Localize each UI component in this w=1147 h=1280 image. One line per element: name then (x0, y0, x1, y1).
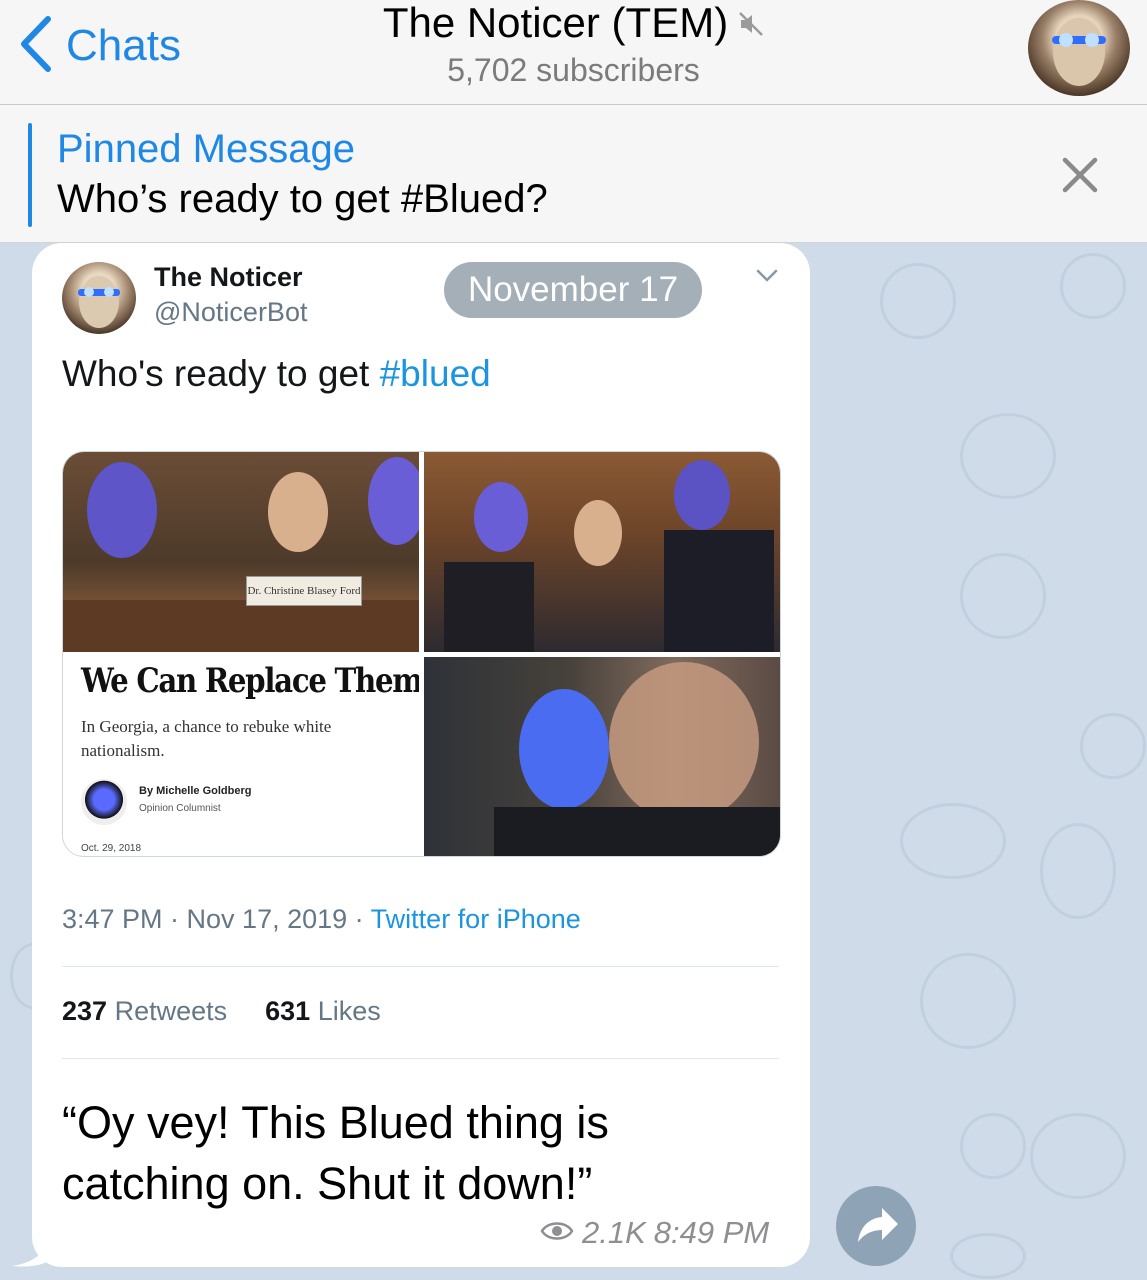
navigation-bar: Chats The Noticer (TEM) 5,702 subscriber… (0, 0, 1147, 105)
pinned-label: Pinned Message (57, 127, 355, 171)
channel-avatar[interactable] (1028, 0, 1130, 96)
message-caption: “Oy vey! This Blued thing is catching on… (62, 1097, 609, 1209)
date-pill: November 17 (444, 262, 702, 318)
article-subhead: In Georgia, a chance to rebuke white nat… (81, 717, 332, 760)
chat-title-block[interactable]: The Noticer (TEM) 5,702 subscribers (0, 0, 1147, 94)
portrait-photo[interactable] (424, 657, 780, 856)
pinned-accent-bar (28, 123, 32, 227)
share-arrow-icon (836, 1208, 916, 1270)
tweet-author-handle: @NoticerBot (154, 297, 308, 327)
likes-count: 631 (265, 996, 311, 1026)
share-button[interactable] (836, 1186, 916, 1266)
tweet-meta: 3:47 PM · Nov 17, 2019 · Twitter for iPh… (62, 904, 581, 935)
article-author-role: Opinion Columnist (139, 803, 221, 814)
nameplate: Dr. Christine Blasey Ford (246, 576, 362, 606)
tweet-timestamp: 3:47 PM · Nov 17, 2019 · (62, 904, 371, 934)
tweet-media-grid[interactable]: Dr. Christine Blasey Ford We Can Replace… (62, 451, 781, 857)
message-time: 8:49 PM (653, 1215, 770, 1250)
tweet-text-prefix: Who's ready to get (62, 353, 380, 394)
chevron-down-icon[interactable] (752, 264, 782, 288)
pinned-message-bar[interactable]: Pinned Message Who’s ready to get #Blued… (0, 105, 1147, 243)
likes-label: Likes (317, 996, 381, 1026)
muted-speaker-icon (738, 0, 764, 46)
eye-icon (540, 1215, 574, 1251)
tweet-text: Who's ready to get #blued (62, 353, 491, 395)
article-headline: We Can Replace Them (81, 661, 419, 701)
subscriber-count: 5,702 subscribers (447, 52, 700, 88)
tweet-author-name: The Noticer (154, 262, 303, 292)
tweet-stats: 237 Retweets 631 Likes (62, 996, 381, 1027)
hearing-photo-2[interactable] (424, 452, 780, 652)
tweet-hashtag-link[interactable]: #blued (380, 353, 491, 394)
hearing-photo-1[interactable]: Dr. Christine Blasey Ford (63, 452, 419, 652)
tweet-source-link[interactable]: Twitter for iPhone (371, 904, 581, 934)
message-footer: 2.1K 8:49 PM (540, 1215, 769, 1251)
retweets-count: 237 (62, 996, 108, 1026)
divider (62, 966, 779, 967)
article-date: Oct. 29, 2018 (81, 843, 142, 854)
tweet-avatar (62, 262, 136, 334)
view-count: 2.1K (582, 1215, 646, 1250)
nyt-article-clip[interactable]: We Can Replace Them In Georgia, a chance… (63, 657, 419, 856)
likes-stat[interactable]: 631 Likes (265, 996, 381, 1027)
author-avatar (81, 779, 127, 825)
retweets-label: Retweets (114, 996, 228, 1026)
chat-title: The Noticer (TEM) (382, 0, 729, 46)
divider (62, 1058, 779, 1059)
article-byline: By Michelle Goldberg (139, 785, 252, 797)
retweets-stat[interactable]: 237 Retweets (62, 996, 227, 1027)
close-icon[interactable] (1055, 150, 1105, 200)
pinned-text: Who’s ready to get #Blued? (57, 177, 548, 221)
